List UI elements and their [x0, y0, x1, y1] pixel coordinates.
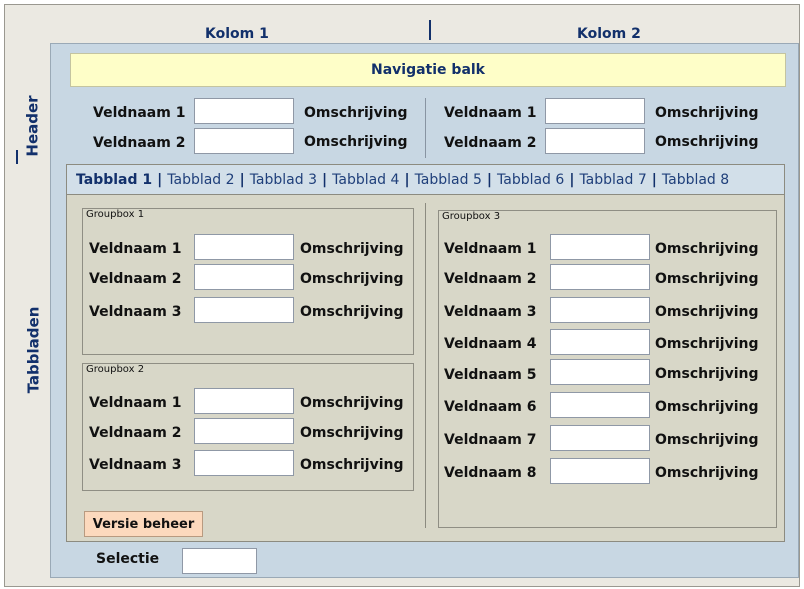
- header-right-field-2-input[interactable]: [545, 128, 645, 154]
- gb3-field-4-desc: Omschrijving: [655, 336, 759, 352]
- gb3-field-5-desc: Omschrijving: [655, 366, 759, 382]
- groupbox-2-title: Groupbox 2: [86, 364, 145, 375]
- tab-separator: |: [404, 171, 410, 188]
- header-left-field-1-desc: Omschrijving: [304, 105, 408, 121]
- gb3-field-7-desc: Omschrijving: [655, 432, 759, 448]
- gb1-field-3-desc: Omschrijving: [300, 304, 404, 320]
- tab-separator: |: [569, 171, 575, 188]
- header-right-field-1-input[interactable]: [545, 98, 645, 124]
- gb3-field-6-label: Veldnaam 6: [444, 399, 537, 415]
- gb3-field-8-desc: Omschrijving: [655, 465, 759, 481]
- gb2-field-3-label: Veldnaam 3: [89, 457, 182, 473]
- gb3-field-1-input[interactable]: [550, 234, 650, 260]
- gb3-field-2-label: Veldnaam 2: [444, 271, 537, 287]
- gb1-field-1-input[interactable]: [194, 234, 294, 260]
- selectie-label: Selectie: [96, 551, 160, 567]
- tab-strip: Tabblad 1 | Tabblad 2 | Tabblad 3 | Tabb…: [67, 165, 784, 195]
- gb2-field-1-desc: Omschrijving: [300, 395, 404, 411]
- header-right-field-1-desc: Omschrijving: [655, 105, 759, 121]
- gb3-field-1-desc: Omschrijving: [655, 241, 759, 257]
- tab-separator: |: [651, 171, 657, 188]
- gb2-field-2-input[interactable]: [194, 418, 294, 444]
- header-left-field-2-input[interactable]: [194, 128, 294, 154]
- tab-separator: |: [157, 171, 163, 188]
- gb3-field-4-label: Veldnaam 4: [444, 336, 537, 352]
- gb3-field-3-label: Veldnaam 3: [444, 304, 537, 320]
- versie-beheer-label: Versie beheer: [92, 516, 195, 532]
- column-1-title: Kolom 1: [205, 26, 269, 42]
- gb1-field-2-label: Veldnaam 2: [89, 271, 182, 287]
- header-right-field-2-desc: Omschrijving: [655, 134, 759, 150]
- tab-7[interactable]: Tabblad 7: [579, 172, 646, 188]
- gb1-field-2-desc: Omschrijving: [300, 271, 404, 287]
- header-separator: [425, 98, 426, 158]
- header-side-label: Header: [23, 95, 42, 157]
- gb3-field-2-desc: Omschrijving: [655, 271, 759, 287]
- gb3-field-2-input[interactable]: [550, 264, 650, 290]
- gb2-field-3-input[interactable]: [194, 450, 294, 476]
- tab-6[interactable]: Tabblad 6: [497, 172, 564, 188]
- tab-content-separator: [425, 203, 426, 528]
- gb3-field-8-label: Veldnaam 8: [444, 465, 537, 481]
- gb2-field-1-input[interactable]: [194, 388, 294, 414]
- gb3-field-6-input[interactable]: [550, 392, 650, 418]
- tab-separator: |: [239, 171, 245, 188]
- tab-5[interactable]: Tabblad 5: [415, 172, 482, 188]
- tab-4[interactable]: Tabblad 4: [332, 172, 399, 188]
- gb2-field-3-desc: Omschrijving: [300, 457, 404, 473]
- gb1-field-2-input[interactable]: [194, 264, 294, 290]
- gb2-field-1-label: Veldnaam 1: [89, 395, 182, 411]
- gb3-field-7-input[interactable]: [550, 425, 650, 451]
- tab-separator: |: [322, 171, 328, 188]
- gb3-field-3-input[interactable]: [550, 297, 650, 323]
- groupbox-3-title: Groupbox 3: [442, 211, 501, 222]
- navigation-bar-label: Navigatie balk: [371, 62, 485, 78]
- header-right-field-2-label: Veldnaam 2: [444, 135, 537, 151]
- gb3-field-7-label: Veldnaam 7: [444, 432, 537, 448]
- tab-2[interactable]: Tabblad 2: [167, 172, 234, 188]
- gb3-field-8-input[interactable]: [550, 458, 650, 484]
- gb3-field-5-input[interactable]: [550, 359, 650, 385]
- column-divider: [429, 20, 431, 40]
- header-marker: [16, 150, 18, 164]
- gb3-field-3-desc: Omschrijving: [655, 304, 759, 320]
- gb1-field-3-label: Veldnaam 3: [89, 304, 182, 320]
- tab-1[interactable]: Tabblad 1: [76, 172, 152, 188]
- tabbladen-side-label: Tabbladen: [24, 306, 43, 394]
- versie-beheer-button[interactable]: Versie beheer: [84, 511, 203, 537]
- tab-3[interactable]: Tabblad 3: [250, 172, 317, 188]
- gb2-field-2-desc: Omschrijving: [300, 425, 404, 441]
- gb1-field-1-label: Veldnaam 1: [89, 241, 182, 257]
- header-left-field-2-desc: Omschrijving: [304, 134, 408, 150]
- column-2-title: Kolom 2: [577, 26, 641, 42]
- selectie-input[interactable]: [182, 548, 257, 574]
- tab-8[interactable]: Tabblad 8: [662, 172, 729, 188]
- groupbox-1-title: Groupbox 1: [86, 209, 145, 220]
- header-left-field-1-label: Veldnaam 1: [93, 105, 186, 121]
- gb3-field-4-input[interactable]: [550, 329, 650, 355]
- tab-separator: |: [486, 171, 492, 188]
- gb3-field-1-label: Veldnaam 1: [444, 241, 537, 257]
- gb3-field-5-label: Veldnaam 5: [444, 367, 537, 383]
- header-right-field-1-label: Veldnaam 1: [444, 105, 537, 121]
- gb3-field-6-desc: Omschrijving: [655, 399, 759, 415]
- header-left-field-1-input[interactable]: [194, 98, 294, 124]
- header-left-field-2-label: Veldnaam 2: [93, 135, 186, 151]
- gb1-field-3-input[interactable]: [194, 297, 294, 323]
- gb1-field-1-desc: Omschrijving: [300, 241, 404, 257]
- navigation-bar: Navigatie balk: [70, 53, 786, 87]
- gb2-field-2-label: Veldnaam 2: [89, 425, 182, 441]
